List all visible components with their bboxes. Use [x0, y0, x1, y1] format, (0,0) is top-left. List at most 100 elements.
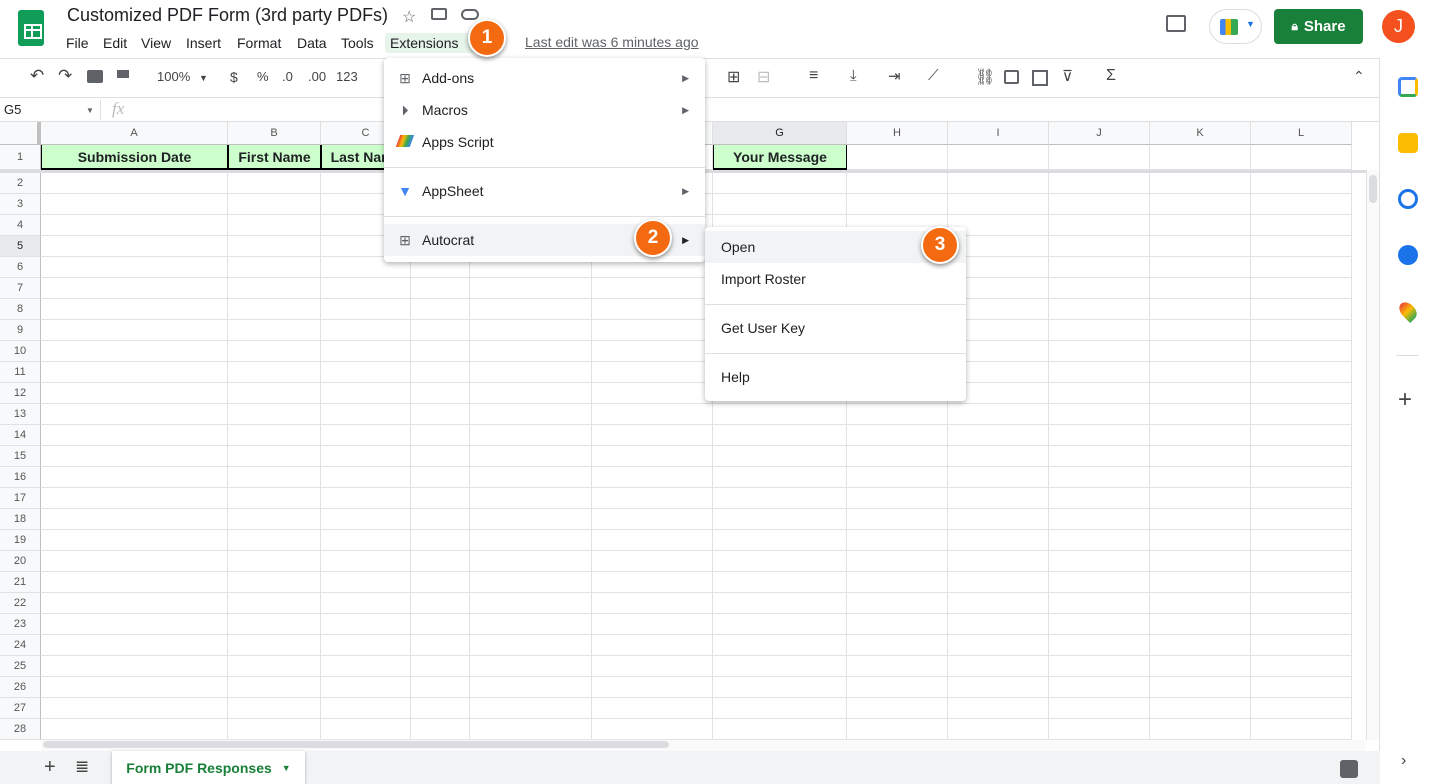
- cell-c21[interactable]: [321, 572, 411, 593]
- avatar[interactable]: J: [1382, 10, 1415, 43]
- vertical-scrollbar-thumb[interactable]: [1369, 175, 1377, 203]
- cell-g14[interactable]: [713, 425, 847, 446]
- cell-f26[interactable]: [592, 677, 713, 698]
- cell-j21[interactable]: [1049, 572, 1150, 593]
- cell-e9[interactable]: [470, 320, 592, 341]
- cell-j17[interactable]: [1049, 488, 1150, 509]
- cell-l20[interactable]: [1251, 551, 1352, 572]
- cell-e10[interactable]: [470, 341, 592, 362]
- vertical-scrollbar[interactable]: [1366, 170, 1380, 740]
- cell-l6[interactable]: [1251, 257, 1352, 278]
- cell-i13[interactable]: [948, 404, 1049, 425]
- cell-d8[interactable]: [411, 299, 470, 320]
- cell-a12[interactable]: [41, 383, 228, 404]
- cell-g1[interactable]: Your Message: [713, 145, 847, 170]
- cell-j8[interactable]: [1049, 299, 1150, 320]
- menu-file[interactable]: File: [61, 33, 94, 53]
- cell-g17[interactable]: [713, 488, 847, 509]
- cell-f27[interactable]: [592, 698, 713, 719]
- column-header-g[interactable]: G: [713, 122, 847, 145]
- cell-e7[interactable]: [470, 278, 592, 299]
- cell-i18[interactable]: [948, 509, 1049, 530]
- cell-a6[interactable]: [41, 257, 228, 278]
- cell-k7[interactable]: [1150, 278, 1251, 299]
- cell-j20[interactable]: [1049, 551, 1150, 572]
- cell-b23[interactable]: [228, 614, 321, 635]
- cell-l28[interactable]: [1251, 719, 1352, 740]
- row-header-3[interactable]: 3: [0, 194, 41, 215]
- cell-g2[interactable]: [713, 173, 847, 194]
- cell-k18[interactable]: [1150, 509, 1251, 530]
- cell-k20[interactable]: [1150, 551, 1251, 572]
- row-header-27[interactable]: 27: [0, 698, 41, 719]
- cell-a27[interactable]: [41, 698, 228, 719]
- row-header-26[interactable]: 26: [0, 677, 41, 698]
- cell-a1[interactable]: Submission Date: [41, 145, 228, 170]
- row-header-12[interactable]: 12: [0, 383, 41, 404]
- cell-j4[interactable]: [1049, 215, 1150, 236]
- cell-j2[interactable]: [1049, 173, 1150, 194]
- cell-l16[interactable]: [1251, 467, 1352, 488]
- cell-h21[interactable]: [847, 572, 948, 593]
- cell-k25[interactable]: [1150, 656, 1251, 677]
- cell-i27[interactable]: [948, 698, 1049, 719]
- cell-j27[interactable]: [1049, 698, 1150, 719]
- row-header-20[interactable]: 20: [0, 551, 41, 572]
- row-header-9[interactable]: 9: [0, 320, 41, 341]
- cell-b16[interactable]: [228, 467, 321, 488]
- row-header-22[interactable]: 22: [0, 593, 41, 614]
- cell-g27[interactable]: [713, 698, 847, 719]
- cell-k28[interactable]: [1150, 719, 1251, 740]
- cell-a20[interactable]: [41, 551, 228, 572]
- menu-view[interactable]: View: [136, 33, 176, 53]
- row-header-8[interactable]: 8: [0, 299, 41, 320]
- expand-panel-icon[interactable]: ›: [1401, 752, 1406, 770]
- cell-g19[interactable]: [713, 530, 847, 551]
- cell-k6[interactable]: [1150, 257, 1251, 278]
- cell-c27[interactable]: [321, 698, 411, 719]
- cell-h1[interactable]: [847, 145, 948, 170]
- submenu-item-get-user-key[interactable]: Get User Key: [705, 312, 966, 344]
- cell-g24[interactable]: [713, 635, 847, 656]
- cell-f22[interactable]: [592, 593, 713, 614]
- cell-b10[interactable]: [228, 341, 321, 362]
- cell-c12[interactable]: [321, 383, 411, 404]
- zoom-select[interactable]: 100%: [157, 69, 190, 84]
- row-header-10[interactable]: 10: [0, 341, 41, 362]
- cell-g15[interactable]: [713, 446, 847, 467]
- cell-b26[interactable]: [228, 677, 321, 698]
- cell-l25[interactable]: [1251, 656, 1352, 677]
- cell-c24[interactable]: [321, 635, 411, 656]
- cell-a21[interactable]: [41, 572, 228, 593]
- cell-k27[interactable]: [1150, 698, 1251, 719]
- cell-l12[interactable]: [1251, 383, 1352, 404]
- cell-e15[interactable]: [470, 446, 592, 467]
- cell-a13[interactable]: [41, 404, 228, 425]
- cell-c18[interactable]: [321, 509, 411, 530]
- cell-a28[interactable]: [41, 719, 228, 740]
- cell-j28[interactable]: [1049, 719, 1150, 740]
- row-header-28[interactable]: 28: [0, 719, 41, 740]
- cell-a19[interactable]: [41, 530, 228, 551]
- cell-e18[interactable]: [470, 509, 592, 530]
- filter-icon[interactable]: ⊽: [1062, 67, 1073, 85]
- menu-tools[interactable]: Tools: [336, 33, 379, 53]
- cell-d10[interactable]: [411, 341, 470, 362]
- cell-e17[interactable]: [470, 488, 592, 509]
- cell-d13[interactable]: [411, 404, 470, 425]
- cell-l5[interactable]: [1251, 236, 1352, 257]
- cell-b28[interactable]: [228, 719, 321, 740]
- cell-b18[interactable]: [228, 509, 321, 530]
- cell-a16[interactable]: [41, 467, 228, 488]
- cell-b22[interactable]: [228, 593, 321, 614]
- cell-f17[interactable]: [592, 488, 713, 509]
- horizontal-scrollbar-thumb[interactable]: [43, 741, 669, 748]
- cell-e24[interactable]: [470, 635, 592, 656]
- cell-f7[interactable]: [592, 278, 713, 299]
- cell-f18[interactable]: [592, 509, 713, 530]
- row-header-5[interactable]: 5: [0, 236, 41, 257]
- cell-e27[interactable]: [470, 698, 592, 719]
- cell-h25[interactable]: [847, 656, 948, 677]
- row-header-17[interactable]: 17: [0, 488, 41, 509]
- collapse-toolbar-icon[interactable]: ⌃: [1353, 68, 1365, 85]
